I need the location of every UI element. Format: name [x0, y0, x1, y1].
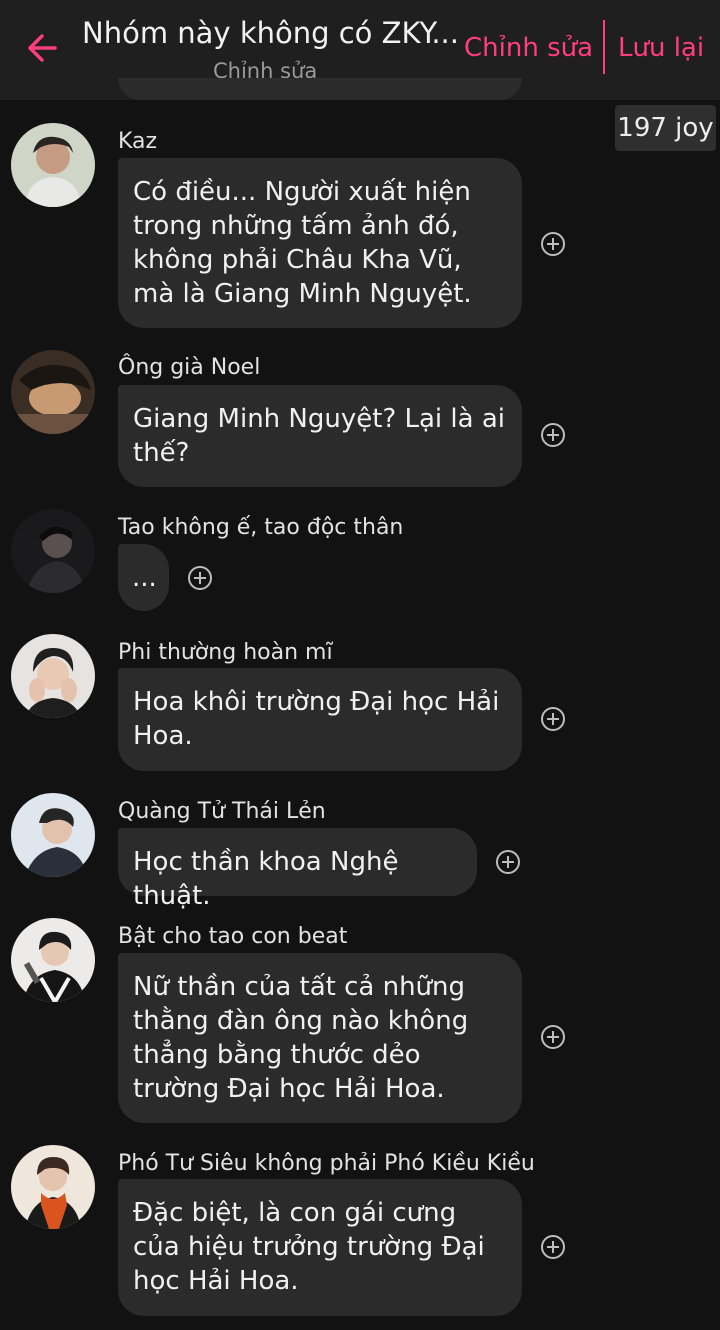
message-bubble[interactable]: Giang Minh Nguyệt? Lại là ai thế?: [118, 385, 522, 487]
message-bubble[interactable]: Học thần khoa Nghệ thuật.: [118, 828, 477, 911]
sender-name: Tao không ế, tao độc thân: [118, 515, 404, 540]
message-text: ...: [132, 563, 157, 593]
message-text: Nữ thần của tất cả những thằng đàn ông n…: [133, 972, 469, 1104]
message-bubble[interactable]: Có điều... Người xuất hiện trong những t…: [118, 158, 522, 328]
avatar[interactable]: [11, 123, 95, 207]
avatar[interactable]: [11, 634, 95, 718]
add-reaction-icon[interactable]: [187, 565, 213, 591]
sender-name: Bật cho tao con beat: [118, 924, 348, 949]
arrow-left-icon: [28, 34, 57, 62]
avatar[interactable]: [11, 509, 95, 593]
message-text: Học thần khoa Nghệ thuật.: [133, 847, 399, 911]
avatar[interactable]: [11, 793, 95, 877]
add-reaction-icon[interactable]: [540, 1234, 566, 1260]
message-bubble[interactable]: Đặc biệt, là con gái cưng của hiệu trưởn…: [118, 1179, 522, 1316]
message-text: Giang Minh Nguyệt? Lại là ai thế?: [133, 404, 505, 468]
add-reaction-icon[interactable]: [495, 849, 521, 875]
sender-name: Kaz: [118, 129, 158, 154]
previous-message-bubble: [118, 78, 522, 100]
add-reaction-icon[interactable]: [540, 231, 566, 257]
avatar[interactable]: [11, 1145, 95, 1229]
add-reaction-icon[interactable]: [540, 422, 566, 448]
chat-title: Nhóm này không có ZKY...: [82, 16, 459, 50]
sender-name: Ông già Noel: [118, 355, 261, 380]
message-bubble[interactable]: ...: [118, 544, 169, 611]
back-button[interactable]: [22, 28, 62, 68]
edit-button[interactable]: Chỉnh sửa: [464, 30, 593, 66]
message-text: Đặc biệt, là con gái cưng của hiệu trưởn…: [133, 1198, 485, 1296]
message-bubble[interactable]: Hoa khôi trường Đại học Hải Hoa.: [118, 668, 522, 771]
sender-name: Quàng Tử Thái Lẻn: [118, 799, 326, 824]
save-button[interactable]: Lưu lại: [618, 30, 704, 66]
avatar[interactable]: [11, 918, 95, 1002]
add-reaction-icon[interactable]: [540, 1024, 566, 1050]
avatar[interactable]: [11, 350, 95, 434]
sender-name: Phi thường hoàn mĩ: [118, 640, 333, 665]
message-bubble[interactable]: Nữ thần của tất cả những thằng đàn ông n…: [118, 953, 522, 1123]
add-reaction-icon[interactable]: [540, 706, 566, 732]
message-text: Hoa khôi trường Đại học Hải Hoa.: [133, 687, 500, 751]
joy-counter: 197 joy: [615, 105, 716, 151]
header-divider: [603, 20, 605, 74]
message-text: Có điều... Người xuất hiện trong những t…: [133, 177, 472, 309]
sender-name: Phó Tư Siêu không phải Phó Kiều Kiều: [118, 1151, 535, 1176]
